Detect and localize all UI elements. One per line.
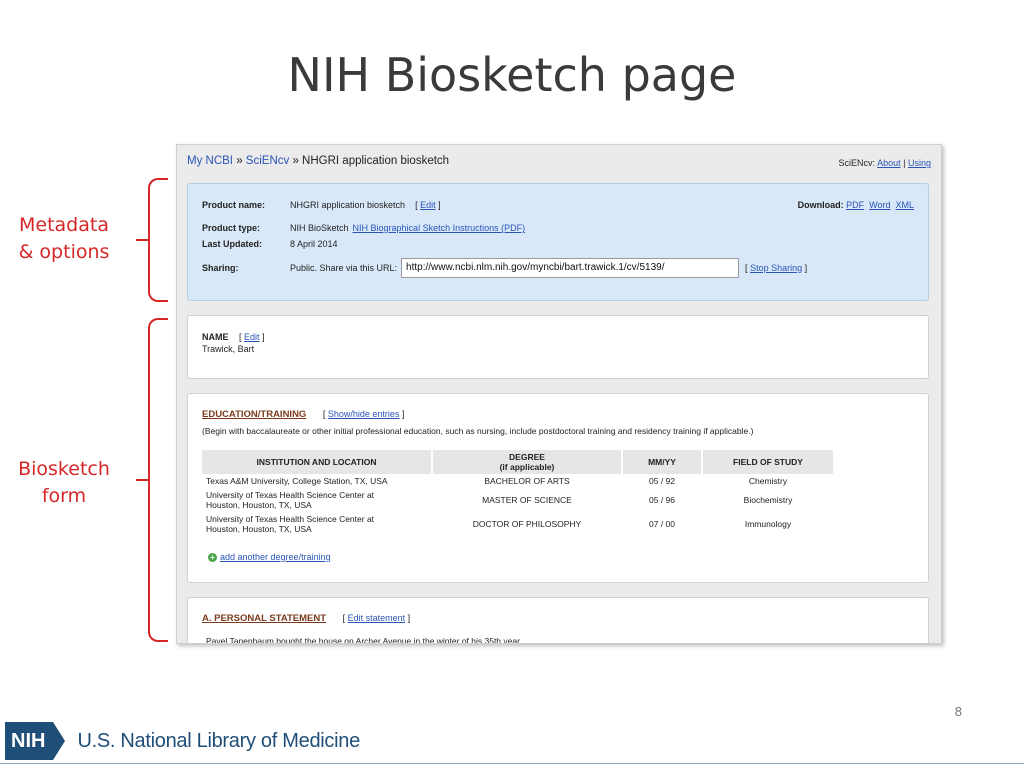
- instructions-link[interactable]: NIH Biographical Sketch Instructions (PD…: [353, 223, 526, 233]
- institution-cell: University of Texas Health Science Cente…: [202, 512, 432, 536]
- name-value: Trawick, Bart: [202, 344, 255, 354]
- personal-statement-preview: Pavel Tanenbaum bought the house on Arch…: [206, 636, 522, 644]
- education-heading: EDUCATION/TRAINING: [202, 409, 307, 420]
- share-url-field[interactable]: http://www.ncbi.nlm.nih.gov/myncbi/bart.…: [401, 258, 740, 278]
- breadcrumb-sep: »: [233, 155, 246, 167]
- metadata-bracket-tip: [136, 239, 150, 241]
- sciencv-screenshot: My NCBI » SciENcv » NHGRI application bi…: [176, 144, 942, 644]
- page-number: 8: [954, 704, 962, 719]
- degree-cell: DOCTOR OF PHILOSOPHY: [472, 519, 582, 529]
- degree-cell: BACHELOR OF ARTS: [484, 476, 570, 486]
- metadata-panel: Product name: NHGRI application biosketc…: [187, 183, 929, 301]
- degree-header-line1: DEGREE: [509, 452, 545, 462]
- institution-line1: University of Texas Health Science Cente…: [206, 490, 375, 500]
- table-header-row: INSTITUTION AND LOCATION DEGREE (if appli…: [202, 450, 835, 474]
- nih-logo-box: NIH: [5, 722, 54, 760]
- personal-statement-heading: A. PERSONAL STATEMENT: [202, 613, 327, 624]
- stop-sharing-bracket: [ Stop Sharing ]: [745, 263, 808, 273]
- stop-sharing-link[interactable]: Stop Sharing: [750, 263, 802, 273]
- institution-cell: Texas A&M University, College Station, T…: [206, 476, 388, 486]
- education-table: INSTITUTION AND LOCATION DEGREE (if appli…: [202, 450, 835, 536]
- sharing-row: Sharing: Public. Share via this URL: htt…: [202, 258, 807, 278]
- name-panel: NAME [ Edit ] Trawick, Bart: [187, 315, 929, 379]
- product-type-value: NIH BioSketch: [290, 223, 349, 233]
- breadcrumb-sep: »: [289, 155, 303, 167]
- edit-product-name-link[interactable]: Edit: [420, 200, 436, 210]
- institution-cell: University of Texas Health Science Cente…: [202, 488, 432, 512]
- toggle-bracket: [ Show/hide entries ]: [322, 409, 405, 419]
- product-name-label: Product name:: [202, 200, 266, 210]
- table-row: University of Texas Health Science Cente…: [202, 488, 834, 512]
- edit-statement-link[interactable]: Edit statement: [348, 613, 406, 623]
- edit-statement-bracket: [ Edit statement ]: [342, 613, 411, 623]
- table-row: Texas A&M University, College Station, T…: [202, 474, 834, 488]
- download-label: Download:: [797, 200, 844, 210]
- breadcrumb-current: NHGRI application biosketch: [302, 155, 450, 167]
- breadcrumb: My NCBI » SciENcv » NHGRI application bi…: [187, 155, 449, 179]
- breadcrumb-sciencv[interactable]: SciENcv: [246, 155, 289, 167]
- date-cell: 07 / 00: [649, 519, 675, 529]
- download-pdf-link[interactable]: PDF: [846, 200, 864, 210]
- education-panel: EDUCATION/TRAINING [ Show/hide entries ]…: [187, 393, 929, 583]
- add-degree-link[interactable]: add another degree/training: [220, 552, 331, 562]
- product-name-value: NHGRI application biosketch: [290, 200, 406, 210]
- institution-line2: Houston, Houston, TX, USA: [206, 524, 312, 534]
- last-updated-label: Last Updated:: [202, 239, 263, 249]
- degree-header-line2: (if applicable): [499, 462, 555, 472]
- date-cell: 05 / 96: [649, 495, 675, 505]
- field-cell: Biochemistry: [743, 495, 793, 505]
- nlm-logo: NIH U.S. National Library of Medicine: [5, 722, 360, 760]
- education-heading-row: EDUCATION/TRAINING [ Show/hide entries ]: [202, 409, 404, 420]
- sharing-label: Sharing:: [202, 263, 239, 273]
- education-instructions: (Begin with baccalaureate or other initi…: [202, 426, 754, 436]
- column-header-field: FIELD OF STUDY: [702, 450, 835, 474]
- personal-statement-heading-row: A. PERSONAL STATEMENT [ Edit statement ]: [202, 613, 410, 624]
- metadata-bracket: [148, 178, 168, 302]
- last-updated-value: 8 April 2014: [290, 239, 338, 249]
- name-edit-bracket: [ Edit ]: [239, 332, 265, 342]
- edit-bracket: [ Edit ]: [415, 200, 441, 210]
- last-updated-row: Last Updated: 8 April 2014: [202, 239, 338, 249]
- product-type-row: Product type: NIH BioSketch NIH Biograph…: [202, 223, 525, 233]
- nih-logo-chevron: [53, 722, 66, 760]
- footer-divider: [0, 763, 1024, 764]
- breadcrumb-my-ncbi[interactable]: My NCBI: [187, 155, 233, 167]
- top-links-divider: |: [903, 158, 906, 168]
- field-cell: Immunology: [744, 519, 792, 529]
- column-header-date: MM/YY: [622, 450, 703, 474]
- biosketch-bracket: [148, 318, 168, 642]
- name-heading-row: NAME [ Edit ]: [202, 332, 265, 342]
- download-options: Download: PDF Word XML: [798, 200, 914, 210]
- download-xml-link[interactable]: XML: [895, 200, 914, 210]
- institution-line1: University of Texas Health Science Cente…: [206, 514, 375, 524]
- nlm-name: U.S. National Library of Medicine: [77, 729, 360, 752]
- slide-title: NIH Biosketch page: [287, 48, 737, 102]
- biosketch-bracket-tip: [136, 479, 150, 481]
- plus-circle-icon[interactable]: +: [208, 553, 217, 563]
- download-word-link[interactable]: Word: [869, 200, 890, 210]
- edit-name-link[interactable]: Edit: [244, 332, 260, 342]
- biosketch-annotation: Biosketch form: [18, 458, 110, 507]
- add-degree-row: + add another degree/training: [208, 552, 331, 563]
- name-heading: NAME: [202, 332, 229, 342]
- product-name-row: Product name: NHGRI application biosketc…: [202, 200, 441, 210]
- top-links-prefix: SciENcv:: [838, 158, 876, 168]
- table-row: University of Texas Health Science Cente…: [202, 512, 834, 536]
- personal-statement-panel: A. PERSONAL STATEMENT [ Edit statement ]…: [187, 597, 929, 644]
- about-link[interactable]: About: [877, 158, 901, 168]
- product-type-label: Product type:: [202, 223, 261, 233]
- show-hide-entries-link[interactable]: Show/hide entries: [328, 409, 400, 419]
- top-links: SciENcv: About | Using: [839, 155, 931, 179]
- metadata-annotation: Metadata & options: [18, 214, 110, 263]
- top-bar: My NCBI » SciENcv » NHGRI application bi…: [177, 145, 941, 179]
- column-header-institution: INSTITUTION AND LOCATION: [202, 450, 433, 474]
- field-cell: Chemistry: [748, 476, 788, 486]
- using-link[interactable]: Using: [908, 158, 931, 168]
- date-cell: 05 / 92: [649, 476, 675, 486]
- column-header-degree: DEGREE (if applicable): [432, 450, 623, 474]
- sharing-text: Public. Share via this URL:: [290, 263, 398, 273]
- degree-cell: MASTER OF SCIENCE: [482, 495, 572, 505]
- institution-line2: Houston, Houston, TX, USA: [206, 500, 312, 510]
